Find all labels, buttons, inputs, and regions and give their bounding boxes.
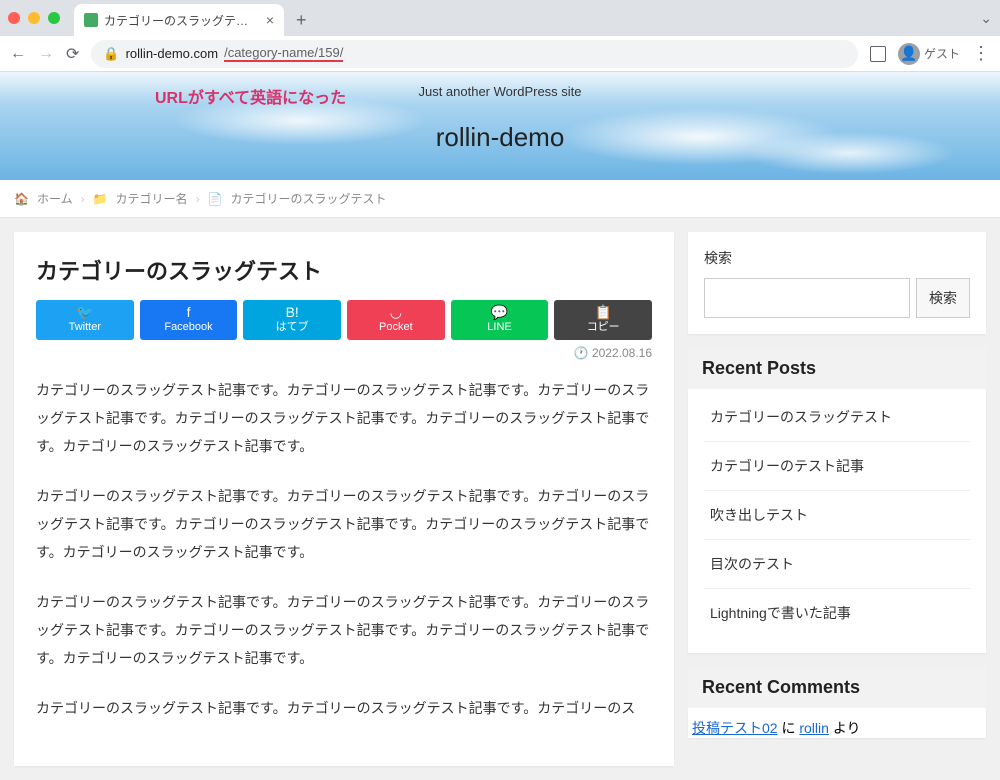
recent-posts-widget: Recent Posts カテゴリーのスラッグテスト カテゴリーのテスト記事 吹… (688, 348, 986, 653)
back-button[interactable]: ← (10, 45, 26, 63)
browser-tab[interactable]: カテゴリーのスラッグテスト | roll... × (74, 4, 284, 36)
search-input[interactable] (704, 278, 910, 318)
recent-post-link[interactable]: Lightningで書いた記事 (704, 589, 970, 637)
browser-tab-strip: カテゴリーのスラッグテスト | roll... × + ⌄ (0, 0, 1000, 36)
twitter-icon: 🐦 (36, 304, 134, 321)
recent-post-link[interactable]: 吹き出しテスト (704, 491, 970, 540)
paragraph: カテゴリーのスラッグテスト記事です。カテゴリーのスラッグテスト記事です。カテゴリ… (36, 588, 652, 672)
paragraph: カテゴリーのスラッグテスト記事です。カテゴリーのスラッグテスト記事です。カテゴリ… (36, 694, 652, 722)
profile-button[interactable]: 👤 ゲスト (898, 43, 960, 65)
line-icon: 💬 (451, 304, 549, 321)
chevron-right-icon: › (81, 192, 85, 206)
breadcrumb-current: カテゴリーのスラッグテスト (231, 190, 387, 207)
widget-title: Recent Comments (688, 667, 986, 708)
article-date: 2022.08.16 (592, 346, 652, 360)
site-header: URLがすべて英語になった Just another WordPress sit… (0, 72, 1000, 180)
browser-toolbar: ← → ⟳ 🔒 rollin-demo.com/category-name/15… (0, 36, 1000, 72)
profile-label: ゲスト (924, 45, 960, 62)
reload-button[interactable]: ⟳ (66, 44, 79, 64)
recent-post-link[interactable]: 目次のテスト (704, 540, 970, 589)
lock-icon: 🔒 (103, 46, 119, 62)
annotation-text: URLがすべて英語になった (155, 84, 346, 108)
browser-menu-button[interactable]: ⋮ (972, 43, 990, 64)
forward-button[interactable]: → (38, 45, 54, 63)
comment-author-link[interactable]: rollin (799, 720, 829, 736)
copy-icon: 📋 (554, 304, 652, 321)
paragraph: カテゴリーのスラッグテスト記事です。カテゴリーのスラッグテスト記事です。カテゴリ… (36, 376, 652, 460)
new-tab-button[interactable]: + (296, 10, 307, 31)
tab-overflow-icon[interactable]: ⌄ (980, 10, 992, 27)
home-icon: 🏠 (14, 192, 29, 206)
url-path: /category-name/159/ (224, 45, 343, 62)
facebook-icon: f (140, 304, 238, 321)
chevron-right-icon: › (196, 192, 200, 206)
maximize-window-icon[interactable] (48, 12, 60, 24)
sidebar: 検索 検索 Recent Posts カテゴリーのスラッグテスト カテゴリーのテ… (688, 232, 986, 766)
close-tab-icon[interactable]: × (266, 12, 274, 28)
share-twitter-button[interactable]: 🐦Twitter (36, 300, 134, 340)
folder-icon: 📁 (93, 192, 108, 206)
recent-post-link[interactable]: カテゴリーのテスト記事 (704, 442, 970, 491)
comment-post-link[interactable]: 投稿テスト02 (692, 720, 778, 736)
article-title: カテゴリーのスラッグテスト (36, 254, 652, 286)
site-tagline: Just another WordPress site (418, 84, 581, 99)
share-facebook-button[interactable]: fFacebook (140, 300, 238, 340)
share-line-button[interactable]: 💬LINE (451, 300, 549, 340)
search-widget: 検索 検索 (688, 232, 986, 334)
site-title[interactable]: rollin-demo (436, 122, 565, 153)
avatar-icon: 👤 (898, 43, 920, 65)
page-body: カテゴリーのスラッグテスト 🐦Twitter fFacebook B!はてブ ◡… (0, 218, 1000, 780)
share-buttons: 🐦Twitter fFacebook B!はてブ ◡Pocket 💬LINE 📋… (36, 300, 652, 340)
breadcrumb-category[interactable]: カテゴリー名 (116, 190, 188, 207)
favicon-icon (84, 13, 98, 27)
article-body: カテゴリーのスラッグテスト記事です。カテゴリーのスラッグテスト記事です。カテゴリ… (36, 376, 652, 722)
minimize-window-icon[interactable] (28, 12, 40, 24)
share-hatena-button[interactable]: B!はてブ (243, 300, 341, 340)
extensions-icon[interactable] (870, 46, 886, 62)
recent-comments-widget: Recent Comments 投稿テスト02 に rollin より (688, 667, 986, 738)
close-window-icon[interactable] (8, 12, 20, 24)
search-label: 検索 (704, 248, 970, 268)
share-copy-button[interactable]: 📋コピー (554, 300, 652, 340)
address-bar[interactable]: 🔒 rollin-demo.com/category-name/159/ (91, 40, 858, 68)
clock-icon: 🕐 (574, 346, 589, 360)
document-icon: 📄 (208, 192, 223, 206)
breadcrumb-home[interactable]: ホーム (37, 190, 73, 207)
recent-post-link[interactable]: カテゴリーのスラッグテスト (704, 393, 970, 442)
paragraph: カテゴリーのスラッグテスト記事です。カテゴリーのスラッグテスト記事です。カテゴリ… (36, 482, 652, 566)
share-pocket-button[interactable]: ◡Pocket (347, 300, 445, 340)
article-date-row: 🕐 2022.08.16 (36, 346, 652, 360)
window-controls (8, 12, 60, 24)
widget-title: Recent Posts (688, 348, 986, 389)
hatena-icon: B! (243, 304, 341, 321)
url-host: rollin-demo.com (126, 46, 218, 61)
breadcrumb: 🏠 ホーム › 📁 カテゴリー名 › 📄 カテゴリーのスラッグテスト (0, 180, 1000, 218)
recent-comment-item: 投稿テスト02 に rollin より (688, 708, 986, 738)
main-content: カテゴリーのスラッグテスト 🐦Twitter fFacebook B!はてブ ◡… (14, 232, 674, 766)
pocket-icon: ◡ (347, 304, 445, 321)
search-button[interactable]: 検索 (916, 278, 970, 318)
tab-title: カテゴリーのスラッグテスト | roll... (104, 12, 260, 29)
